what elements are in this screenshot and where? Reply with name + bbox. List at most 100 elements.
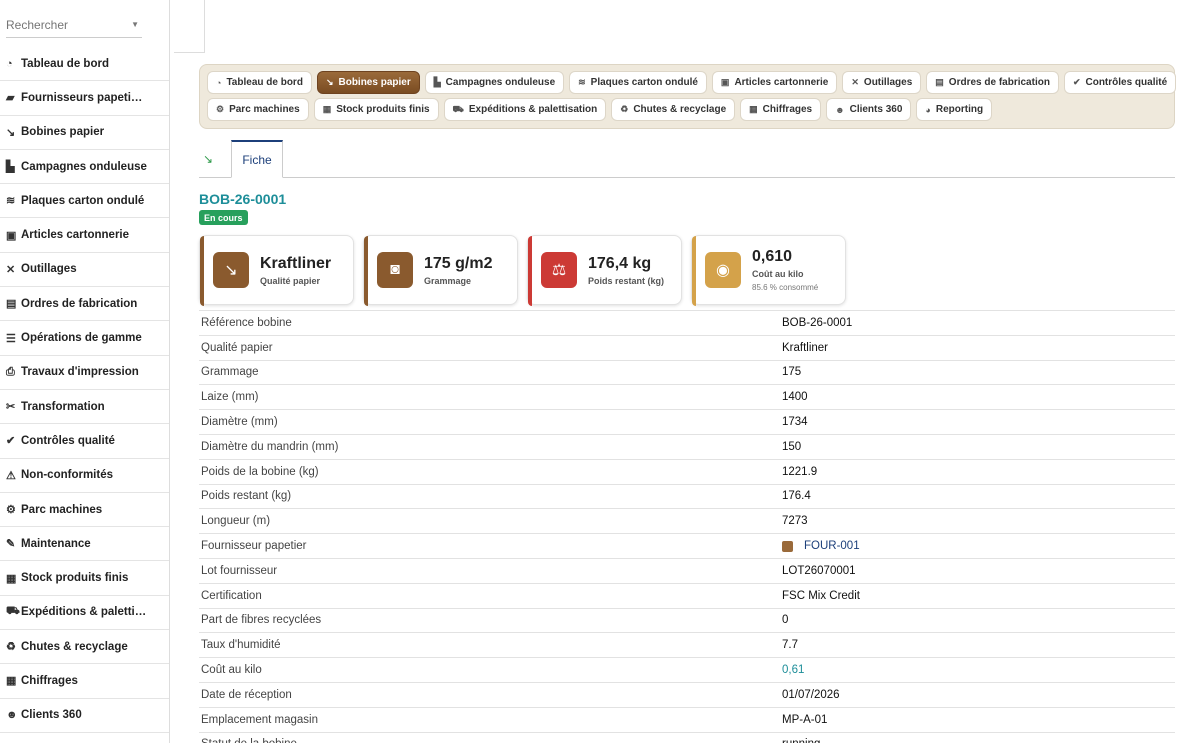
kpi-label: Coût au kilo <box>752 269 804 279</box>
detail-row: Grammage 175 <box>199 359 1175 385</box>
chevron-down-icon[interactable]: ▼ <box>131 20 139 29</box>
nav-button[interactable]: ▦ Chiffrages <box>740 98 822 121</box>
detail-row: Emplacement magasin MP-A-01 <box>199 706 1175 732</box>
detail-row: Diamètre (mm) 1734 <box>199 409 1175 434</box>
module-nav: ◔ Tableau de bord ↘ Bobines papier ▙ Campagne… <box>199 64 1177 129</box>
record-tabs: ↘ Fiche <box>199 140 1175 178</box>
sidebar-item[interactable]: ▙ Campagnes onduleuse <box>0 150 169 185</box>
detail-value: running <box>782 738 820 743</box>
nav-button[interactable]: ◔ Tableau de bord <box>207 71 312 94</box>
status-badge: En cours <box>199 210 248 225</box>
sidebar-item[interactable]: ⚙ Parc machines <box>0 493 169 528</box>
sidebar-item[interactable]: ▣ Articles cartonnerie <box>0 218 169 253</box>
sidebar-item-label: Tableau de bord <box>21 57 109 70</box>
detail-value-text: 150 <box>782 440 802 453</box>
detail-row: Fournisseur papetier FOUR-001 <box>199 533 1175 558</box>
detail-label: Diamètre (mm) <box>201 416 278 429</box>
nav-button[interactable]: ▤ Ordres de fabrication <box>926 71 1059 94</box>
sidebar-item-label: Opérations de gamme <box>21 332 142 345</box>
detail-value: 176.4 <box>782 490 811 502</box>
users-icon: ☻ <box>6 709 18 722</box>
nav-button[interactable]: ▦ Stock produits finis <box>313 98 439 121</box>
detail-label: Lot fournisseur <box>201 564 278 577</box>
sidebar-item[interactable]: ☰ Opérations de gamme <box>0 321 169 356</box>
detail-label: Grammage <box>201 366 259 379</box>
sidebar-item[interactable]: ↘ Bobines papier <box>0 116 169 150</box>
sidebar-item-label: Chiffrages <box>21 674 78 687</box>
detail-label: Fournisseur papetier <box>201 540 307 553</box>
detail-row: Statut de la bobinerunning <box>199 731 1175 743</box>
truck-ramp-icon: ▰ <box>6 92 15 105</box>
kpi-accent-bar <box>364 236 368 306</box>
sidebar-item-label: Expéditions & paletti… <box>21 606 147 619</box>
tools-icon: ✕ <box>6 263 16 276</box>
sidebar-item[interactable]: ✎ Maintenance <box>0 527 169 562</box>
sidebar-item-label: Bobines papier <box>21 126 105 139</box>
detail-label: Qualité papier <box>201 341 273 354</box>
search-box[interactable]: ▼ <box>6 14 142 38</box>
nav-button[interactable]: ↘ Bobines papier <box>316 71 420 94</box>
tab-fiche[interactable]: Fiche <box>231 140 283 178</box>
sidebar-item[interactable]: ▤ Ordres de fabrication <box>0 287 169 322</box>
sidebar-item-label: Transformation <box>21 400 105 413</box>
layers-icon: ≋ <box>578 77 586 87</box>
nav-button[interactable]: ≋ Plaques carton ondulé <box>569 71 707 94</box>
sidebar-item[interactable]: ⚠ Non-conformités <box>0 459 169 493</box>
sidebar-item[interactable]: ✕ Outillages <box>0 253 169 288</box>
wrench-icon: ✎ <box>6 538 16 551</box>
detail-label: Part de fibres recyclées <box>201 614 322 627</box>
box-icon: ▣ <box>6 229 17 242</box>
sidebar-item[interactable]: ⎙ Travaux d'impression <box>0 356 169 390</box>
sidebar-item[interactable]: ▰ Fournisseurs papeti… <box>0 81 169 116</box>
nav-button[interactable]: ⛟ Expéditions & palettisation <box>443 98 607 121</box>
nav-button[interactable]: ▙ Campagnes onduleuse <box>424 71 565 94</box>
nav-button[interactable]: ⚙ Parc machines <box>207 98 309 121</box>
detail-row: Part de fibres recyclées 0 <box>199 607 1175 633</box>
supplier-icon <box>782 540 793 552</box>
hand-cart-icon[interactable]: ↘ <box>203 152 213 166</box>
sidebar-item[interactable]: ♻ Chutes & recyclage <box>0 630 169 665</box>
nav-button[interactable]: ♻ Chutes & recyclage <box>611 98 736 121</box>
nav-button[interactable]: ✔ Contrôles qualité <box>1063 71 1177 94</box>
detail-value-text: 1400 <box>782 391 808 404</box>
nav-button-label: Bobines papier <box>338 77 411 88</box>
sidebar-item-label: Travaux d'impression <box>21 366 139 379</box>
detail-value: Kraftliner <box>782 342 828 354</box>
detail-value[interactable]: FOUR-001 <box>782 540 860 552</box>
sidebar-item[interactable]: ◔ Tableau de bord <box>0 47 169 82</box>
gears-icon: ⚙ <box>216 104 225 114</box>
detail-label: Emplacement magasin <box>201 713 318 726</box>
kpi-value: 176,4 kg <box>588 255 652 272</box>
sidebar-item[interactable]: ⛟ Expéditions & paletti… <box>0 596 169 631</box>
sidebar-item[interactable]: ▦ Chiffrages <box>0 664 169 699</box>
kpi-card: ◉ 0,610 Coût au kilo 85.6 % consommé <box>691 235 846 306</box>
detail-row: Diamètre du mandrin (mm) 150 <box>199 433 1175 459</box>
detail-value-text[interactable]: FOUR-001 <box>804 540 860 552</box>
scale-icon: ⚖ <box>541 252 577 288</box>
detail-value-text: 0 <box>782 614 789 627</box>
detail-value: 7.7 <box>782 639 798 651</box>
sidebar-item[interactable]: ▦ Stock produits finis <box>0 561 169 596</box>
sidebar-item[interactable]: ✂ Transformation <box>0 390 169 425</box>
detail-value-text: Kraftliner <box>782 341 829 354</box>
module-nav-row: ⚙ Parc machines ▦ Stock produits finis ⛟ Expé… <box>207 98 1167 121</box>
nav-button-label: Contrôles qualité <box>1085 77 1168 88</box>
nav-button[interactable]: ☻ Clients 360 <box>826 98 912 121</box>
sidebar-item[interactable]: ☻ Clients 360 <box>0 699 169 733</box>
sidebar-item-label: Chutes & recyclage <box>21 640 128 653</box>
detail-value-text: 176.4 <box>782 490 811 503</box>
sidebar-item-label: Parc machines <box>21 503 103 516</box>
recycle-icon: ♻ <box>620 104 629 114</box>
kpi-value: 0,610 <box>752 248 793 265</box>
detail-value-text: FSC Mix Credit <box>782 589 860 602</box>
nav-button[interactable]: ✕ Outillages <box>842 71 922 94</box>
search-input[interactable] <box>6 14 126 36</box>
sidebar-item[interactable]: ≋ Plaques carton ondulé <box>0 184 169 219</box>
sidebar-item[interactable]: ✔ Contrôles qualité <box>0 424 169 459</box>
nav-button[interactable]: ◕ Reporting <box>916 98 993 121</box>
detail-value-text: running <box>782 738 820 743</box>
nav-button[interactable]: ▣ Articles cartonnerie <box>711 71 838 94</box>
detail-value: BOB-26-0001 <box>782 317 852 329</box>
detail-row: Taux d'humidité 7.7 <box>199 632 1175 657</box>
truck-icon: ⛟ <box>6 605 20 618</box>
